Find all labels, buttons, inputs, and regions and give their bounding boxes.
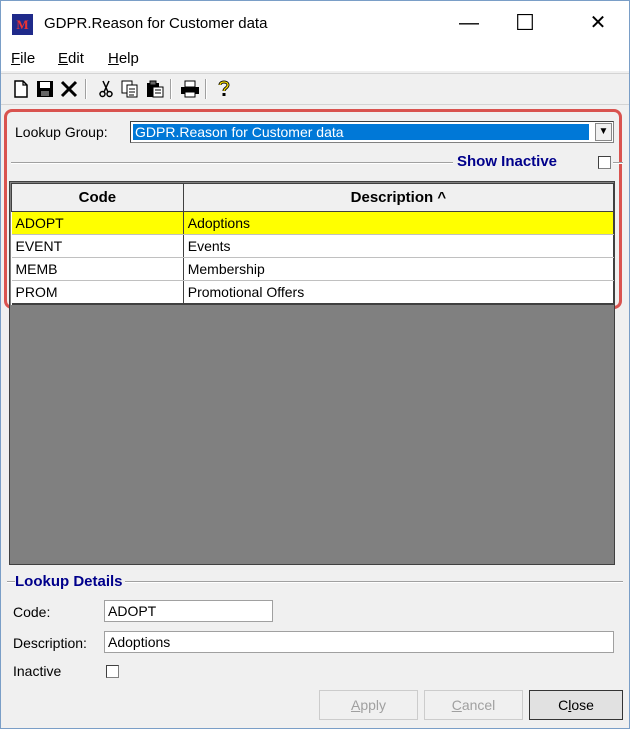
toolbar: [1, 73, 629, 105]
menu-edit[interactable]: Edit: [58, 50, 84, 67]
description-label: Description:: [13, 635, 87, 651]
cell-description[interactable]: Adoptions: [183, 211, 615, 235]
table-row[interactable]: ADOPT Adoptions: [11, 211, 615, 235]
divider: [613, 162, 623, 164]
lookup-group-value: GDPR.Reason for Customer data: [132, 123, 590, 141]
lookup-details-title: Lookup Details: [15, 573, 125, 590]
lookup-grid: Code Description ^ ADOPT Adoptions EVENT…: [9, 181, 615, 565]
cell-code[interactable]: ADOPT: [11, 211, 184, 235]
divider: [11, 162, 453, 164]
description-field[interactable]: Adoptions: [104, 631, 614, 653]
menu-help[interactable]: Help: [108, 50, 139, 67]
title-bar: M GDPR.Reason for Customer data — ☐ ✕: [1, 1, 629, 45]
save-icon[interactable]: [34, 78, 56, 100]
lookup-table: Code Description ^ ADOPT Adoptions EVENT…: [11, 183, 615, 305]
window-title: GDPR.Reason for Customer data: [44, 15, 268, 32]
column-header-description[interactable]: Description ^: [182, 183, 615, 212]
show-inactive-label: Show Inactive: [457, 153, 558, 170]
close-button[interactable]: Close: [529, 690, 623, 720]
paste-icon[interactable]: [144, 78, 166, 100]
lookup-window: M GDPR.Reason for Customer data — ☐ ✕ Fi…: [0, 0, 630, 729]
print-icon[interactable]: [179, 78, 201, 100]
lookup-group-select[interactable]: GDPR.Reason for Customer data ▼: [130, 121, 614, 143]
apply-button[interactable]: Apply: [319, 690, 418, 720]
cut-icon[interactable]: [95, 78, 117, 100]
maximize-button[interactable]: ☐: [497, 1, 553, 45]
close-window-button[interactable]: ✕: [570, 1, 626, 45]
cell-description[interactable]: Promotional Offers: [183, 280, 615, 305]
help-icon[interactable]: [213, 78, 235, 100]
cell-description[interactable]: Events: [183, 234, 615, 258]
copy-icon[interactable]: [119, 78, 141, 100]
code-label: Code:: [13, 604, 51, 620]
inactive-label: Inactive: [13, 663, 62, 679]
inactive-checkbox[interactable]: [106, 665, 119, 678]
menu-bar: File Edit Help: [1, 45, 629, 71]
code-field[interactable]: ADOPT: [104, 600, 273, 622]
column-header-code[interactable]: Code: [11, 183, 184, 212]
delete-icon[interactable]: [58, 78, 80, 100]
new-icon[interactable]: [10, 78, 32, 100]
toolbar-separator: [170, 79, 172, 99]
toolbar-separator: [85, 79, 87, 99]
minimize-button[interactable]: —: [441, 1, 497, 45]
lookup-group-label: Lookup Group:: [15, 124, 108, 140]
cell-code[interactable]: PROM: [11, 280, 184, 305]
chevron-down-icon[interactable]: ▼: [595, 123, 612, 141]
table-row[interactable]: PROM Promotional Offers: [11, 280, 615, 305]
table-row[interactable]: MEMB Membership: [11, 257, 615, 281]
menu-file[interactable]: File: [11, 50, 35, 67]
cell-code[interactable]: MEMB: [11, 257, 184, 281]
table-row[interactable]: EVENT Events: [11, 234, 615, 258]
toolbar-separator: [205, 79, 207, 99]
show-inactive-checkbox[interactable]: [598, 156, 611, 169]
app-logo-icon: M: [12, 14, 33, 35]
cancel-button[interactable]: Cancel: [424, 690, 523, 720]
cell-code[interactable]: EVENT: [11, 234, 184, 258]
cell-description[interactable]: Membership: [183, 257, 615, 281]
